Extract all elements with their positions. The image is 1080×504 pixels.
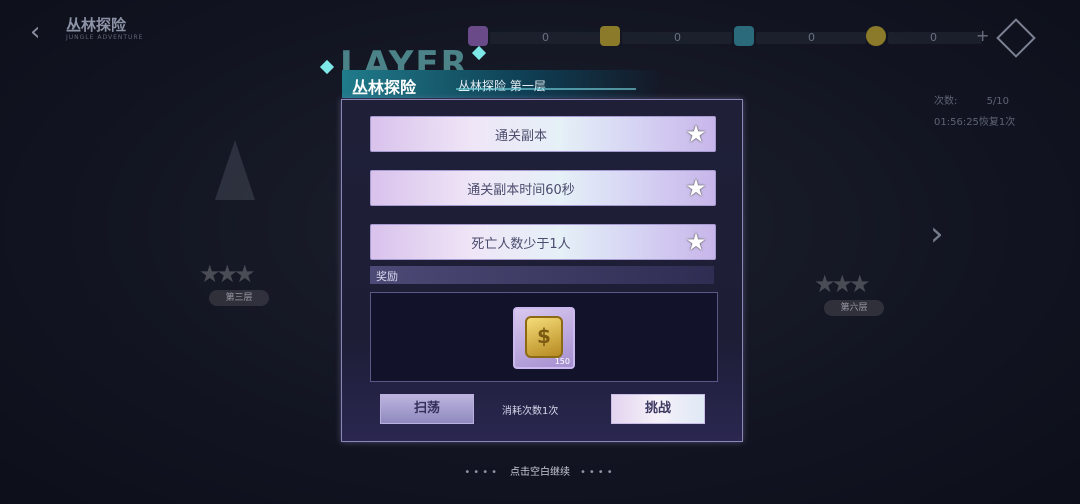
challenge-button[interactable]: 挑战 [611,394,705,424]
coin-card-icon [600,26,620,46]
reward-panel: $ 150 [370,292,718,382]
crystal-icon [734,26,754,46]
stage-dialog: 通关副本 ★ 通关副本时间60秒 ★ 死亡人数少于1人 ★ 奖励 $ 150 扫… [341,99,743,442]
condition-row: 通关副本 ★ [370,116,716,152]
recovery-timer: 01:56:25恢复1次 [934,117,1016,128]
times-value: 5/10 [986,96,1010,107]
resource-value: 0 [674,31,681,44]
dots-decoration: •••• [464,467,500,478]
star-icon: ★ [685,174,707,202]
star-icon: ★ [685,120,707,148]
page-subtitle: JUNGLE ADVENTURE [66,34,144,41]
back-arrow-icon[interactable]: ‹ [30,18,58,46]
layers-icon[interactable] [996,18,1036,58]
condition-row: 通关副本时间60秒 ★ [370,170,716,206]
resource-slot-4: 0 + [866,26,1006,48]
sweep-button[interactable]: 扫荡 [380,394,474,424]
header-underline [456,88,636,90]
dialog-subtitle: 丛林探险 第一层 [458,79,546,93]
attempt-counter: 次数: 5/10 01:56:25恢复1次 [934,92,1015,128]
condition-text: 通关副本时间60秒 [467,183,575,198]
add-resource-icon[interactable]: + [976,26,989,45]
top-bar: ‹ 丛林探险 JUNGLE ADVENTURE 0 + 0 0 + 0 + [0,0,1080,70]
condition-row: 死亡人数少于1人 ★ [370,224,716,260]
resource-value: 0 [542,31,549,44]
dialog-header: 丛林探险 丛林探险 第一层 [342,70,658,98]
hint-text: 点击空白继续 [510,467,570,478]
cost-text: 消耗次数1次 [502,406,559,417]
stage-node-left[interactable]: ★★★ 第三层 [195,220,285,320]
page-title: 丛林探险 [66,16,127,34]
condition-text: 死亡人数少于1人 [471,237,571,252]
reward-count: 150 [554,357,570,366]
stage-label: 第三层 [209,290,269,306]
dots-decoration: •••• [580,467,616,478]
tap-to-continue-hint[interactable]: •••• 点击空白继续 •••• [0,463,1080,478]
condition-text: 通关副本 [494,129,547,144]
resource-value: 0 [808,31,815,44]
stars-icon: ★★★ [199,260,256,288]
times-label: 次数: [934,96,958,107]
gold-coin-card-icon: $ [525,316,563,358]
lock-stars-icon: ★★★ [814,270,871,298]
stage-label: 第六层 [824,300,884,316]
next-arrow-icon[interactable]: › [930,214,944,254]
reward-item[interactable]: $ 150 [513,307,575,369]
spire-decoration [215,140,255,200]
reward-header: 奖励 [370,266,714,284]
reward-label: 奖励 [376,270,398,283]
stage-node-right[interactable]: ★★★ 第六层 [810,230,900,330]
dialog-title: 丛林探险 [352,78,417,97]
resource-value: 0 [930,31,937,44]
gem-icon [468,26,488,46]
star-icon: ★ [685,228,707,256]
gold-coin-icon [866,26,886,46]
